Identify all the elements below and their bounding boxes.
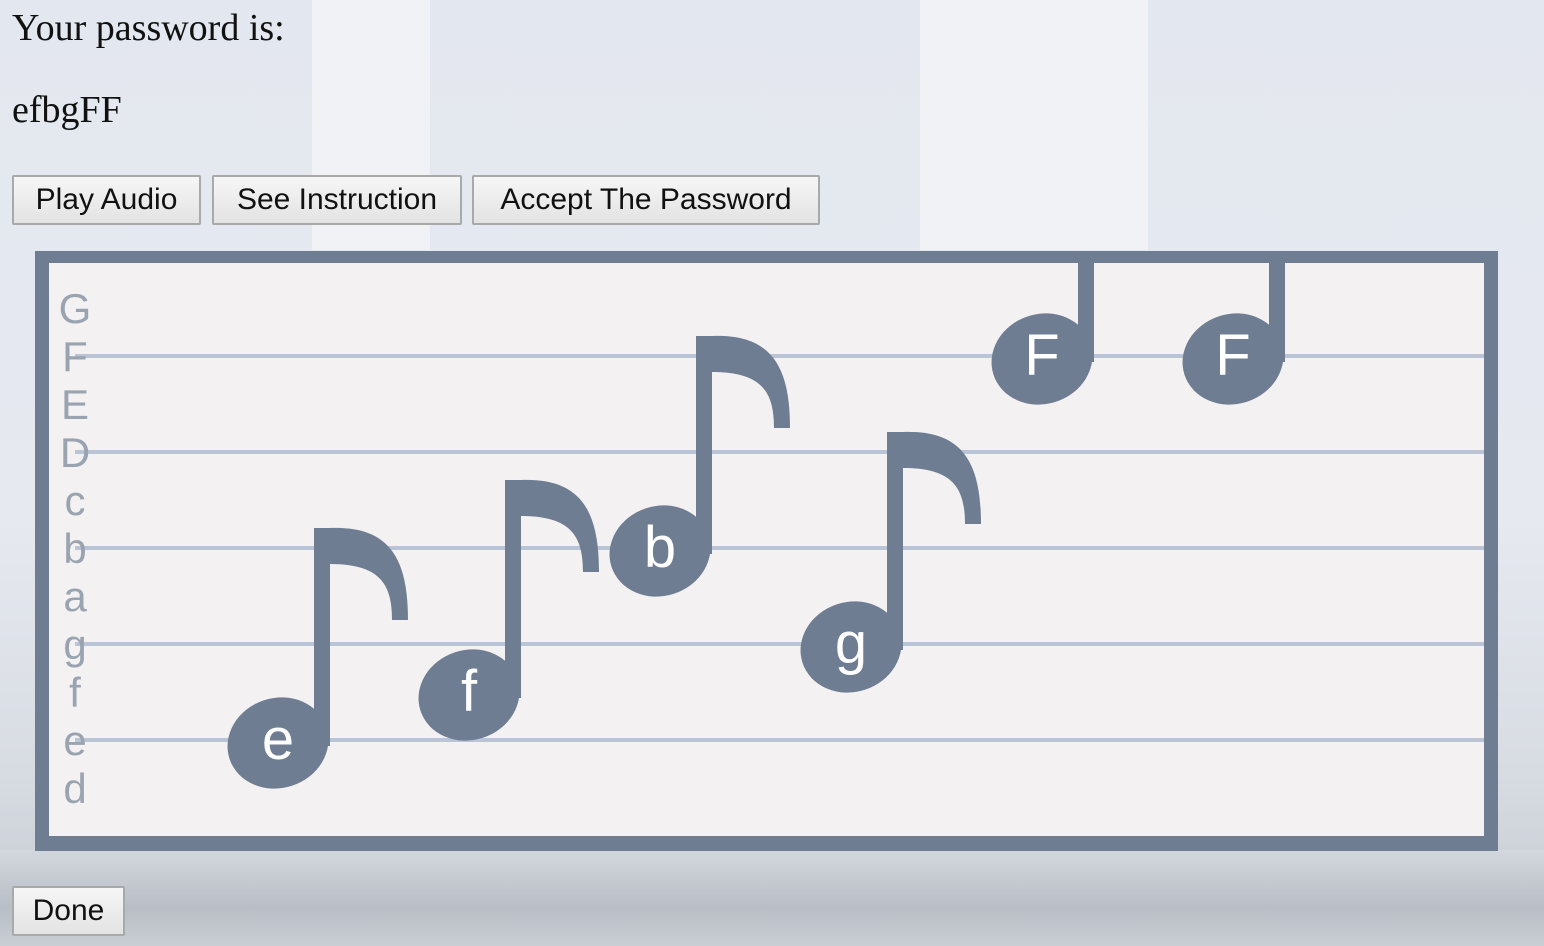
background-floor bbox=[0, 850, 1544, 946]
staff-note-label: E bbox=[61, 381, 89, 428]
staff-note-label: c bbox=[65, 477, 86, 524]
music-staff: GFEDcbagfed efbgFF bbox=[35, 251, 1498, 851]
staff-note-label: e bbox=[63, 717, 86, 764]
music-staff-canvas: GFEDcbagfed efbgF F bbox=[35, 251, 1498, 851]
note-letter: g bbox=[835, 611, 867, 676]
note-letter: b bbox=[644, 515, 676, 580]
note-letter: f bbox=[461, 659, 478, 724]
staff-note-label: a bbox=[63, 573, 87, 620]
staff-note-label: b bbox=[63, 525, 86, 572]
note-letter: F bbox=[1215, 323, 1250, 388]
play-audio-button[interactable]: Play Audio bbox=[12, 175, 201, 225]
staff-note-label: F bbox=[62, 333, 88, 380]
staff-note-label: g bbox=[63, 621, 86, 668]
note-letter: F bbox=[1024, 323, 1059, 388]
password-prompt: Your password is: bbox=[12, 7, 285, 49]
staff-note-label: f bbox=[69, 669, 81, 716]
staff-note-label: G bbox=[59, 285, 92, 332]
staff-note-label: D bbox=[60, 429, 90, 476]
done-button[interactable]: Done bbox=[12, 886, 125, 936]
note-letter: e bbox=[262, 707, 294, 772]
staff-note-label: d bbox=[63, 765, 86, 812]
accept-password-button[interactable]: Accept The Password bbox=[472, 175, 820, 225]
background-light-panel bbox=[920, 0, 1148, 250]
password-text: efbgFF bbox=[12, 89, 122, 131]
see-instruction-button[interactable]: See Instruction bbox=[212, 175, 462, 225]
